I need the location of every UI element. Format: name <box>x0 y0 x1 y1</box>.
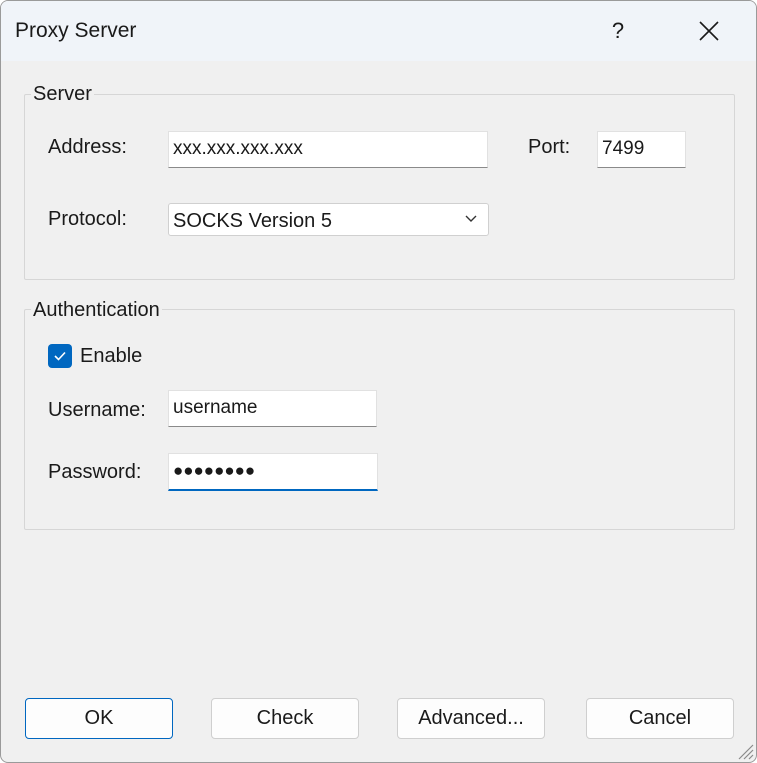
username-input[interactable]: username <box>168 390 377 427</box>
check-button[interactable]: Check <box>211 698 359 739</box>
protocol-label: Protocol: <box>48 208 127 230</box>
address-label: Address: <box>48 136 127 158</box>
password-label: Password: <box>48 461 142 483</box>
help-icon: ? <box>611 18 625 43</box>
protocol-selected-value: SOCKS Version 5 <box>173 210 332 232</box>
dialog-title: Proxy Server <box>15 19 137 42</box>
help-button[interactable]: ? <box>591 9 645 53</box>
authentication-group-label: Authentication <box>31 299 162 322</box>
advanced-button[interactable]: Advanced... <box>397 698 545 739</box>
password-input[interactable]: ●●●●●●●● <box>168 453 378 491</box>
protocol-select[interactable]: SOCKS Version 5 <box>168 203 489 236</box>
address-input[interactable]: xxx.xxx.xxx.xxx <box>168 131 488 168</box>
enable-label[interactable]: Enable <box>80 345 142 368</box>
port-input[interactable]: 7499 <box>597 131 686 168</box>
ok-button[interactable]: OK <box>25 698 173 739</box>
close-icon <box>699 21 719 41</box>
username-label: Username: <box>48 399 146 421</box>
port-label: Port: <box>528 136 571 158</box>
proxy-server-dialog: Proxy Server ? Server Address: xxx.xxx.x… <box>0 0 757 763</box>
server-group-label: Server <box>31 83 94 106</box>
title-bar: Proxy Server ? <box>1 1 756 61</box>
cancel-button[interactable]: Cancel <box>586 698 734 739</box>
chevron-down-icon <box>465 215 477 222</box>
enable-checkbox[interactable] <box>48 344 72 368</box>
close-button[interactable] <box>684 9 734 53</box>
checkmark-icon <box>54 351 66 361</box>
server-group <box>24 94 735 280</box>
resize-grip-icon[interactable] <box>734 740 754 760</box>
